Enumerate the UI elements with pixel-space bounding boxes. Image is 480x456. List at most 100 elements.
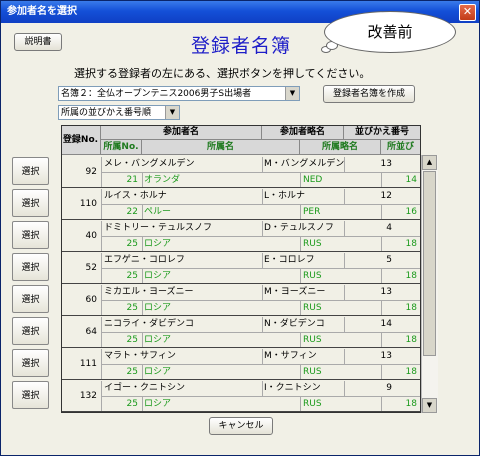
aff-name-cell: オランダ [144, 175, 181, 185]
column-divider [344, 349, 345, 364]
column-divider [142, 204, 143, 219]
aff-no-cell: 25 [126, 399, 138, 409]
column-divider [381, 236, 382, 251]
participant-name-cell: ドミトリー・テュルスノフ [104, 223, 213, 233]
participant-name-cell: ニコライ・ダビデンコ [104, 319, 195, 329]
column-divider [142, 396, 143, 411]
column-divider [300, 300, 301, 315]
column-divider [142, 332, 143, 347]
participant-short-cell: D・テュルスノフ [264, 223, 334, 233]
aff-order-cell: 18 [405, 239, 417, 249]
aff-short-cell: RUS [303, 399, 322, 409]
reg-no-cell: 111 [79, 359, 97, 369]
column-divider [381, 172, 382, 187]
sort-no-cell: 4 [386, 223, 392, 233]
close-button[interactable]: ✕ [459, 4, 476, 21]
aff-order-cell: 18 [405, 399, 417, 409]
select-button[interactable]: 選択 [12, 253, 49, 281]
column-divider [101, 381, 102, 411]
column-divider [101, 157, 102, 187]
aff-no-cell: 25 [126, 239, 138, 249]
header-aff-order: 所並び [381, 140, 421, 155]
aff-no-cell: 25 [126, 367, 138, 377]
header-participant-name: 参加者名 [101, 125, 262, 140]
scroll-thumb[interactable] [423, 171, 436, 356]
participant-name-cell: マラト・サフィン [104, 351, 176, 361]
instruction-text: 選択する登録者の左にある、選択ボタンを押してください。 [74, 67, 371, 80]
help-button[interactable]: 説明書 [14, 33, 62, 51]
scroll-up-icon[interactable]: ▲ [422, 155, 437, 170]
column-divider [344, 189, 345, 204]
header-aff-no: 所属No. [101, 140, 142, 155]
column-divider [101, 189, 102, 219]
select-button[interactable]: 選択 [12, 349, 49, 377]
sort-no-cell: 13 [380, 287, 392, 297]
row-divider [61, 379, 421, 380]
column-divider [142, 364, 143, 379]
aff-short-cell: RUS [303, 367, 322, 377]
column-divider [344, 221, 345, 236]
column-divider [101, 253, 102, 283]
row-divider [61, 347, 421, 348]
vertical-scrollbar[interactable]: ▲ ▼ [421, 155, 438, 413]
chevron-down-icon[interactable]: ▼ [285, 87, 299, 100]
select-button[interactable]: 選択 [12, 221, 49, 249]
aff-short-cell: NED [303, 175, 323, 185]
column-divider [101, 349, 102, 379]
aff-order-cell: 14 [405, 175, 417, 185]
aff-no-cell: 25 [126, 303, 138, 313]
select-button[interactable]: 選択 [12, 285, 49, 313]
aff-no-cell: 22 [126, 207, 138, 217]
create-list-button[interactable]: 登録者名簿を作成 [323, 85, 415, 103]
row-divider [61, 251, 421, 252]
participant-short-cell: M・ヨーズニー [264, 287, 326, 297]
sort-select[interactable]: 所属の並びかえ番号順 ▼ [58, 105, 180, 120]
sort-no-cell: 5 [386, 255, 392, 265]
reg-no-cell: 132 [79, 391, 97, 401]
sort-no-cell: 12 [380, 191, 392, 201]
reg-no-cell: 64 [85, 327, 97, 337]
column-divider [300, 364, 301, 379]
column-divider [142, 236, 143, 251]
participant-short-cell: N・ダビデンコ [264, 319, 325, 329]
column-divider [344, 381, 345, 396]
select-button[interactable]: 選択 [12, 157, 49, 185]
row-divider [61, 283, 421, 284]
aff-order-cell: 18 [405, 335, 417, 345]
aff-order-cell: 18 [405, 367, 417, 377]
select-button[interactable]: 選択 [12, 189, 49, 217]
header-reg-no: 登録No. [61, 125, 101, 155]
column-divider [262, 189, 263, 204]
column-divider [142, 300, 143, 315]
column-divider [300, 236, 301, 251]
column-divider [142, 268, 143, 283]
aff-no-cell: 25 [126, 335, 138, 345]
row-divider [61, 411, 421, 412]
column-divider [344, 285, 345, 300]
aff-name-cell: ペルー [144, 207, 172, 217]
reg-no-cell: 110 [79, 199, 97, 209]
participant-name-cell: エフゲニ・コロレフ [104, 255, 185, 265]
participant-name-cell: ミカエル・ヨーズニー [104, 287, 194, 297]
column-divider [381, 396, 382, 411]
row-divider [61, 187, 421, 188]
aff-name-cell: ロシア [144, 271, 172, 281]
column-divider [262, 285, 263, 300]
aff-name-cell: ロシア [144, 399, 172, 409]
column-divider [381, 332, 382, 347]
scroll-down-icon[interactable]: ▼ [422, 398, 437, 413]
cancel-button[interactable]: キャンセル [209, 417, 273, 435]
sort-no-cell: 14 [380, 319, 392, 329]
list-select[interactable]: 名簿２：全仏オープンテニス2006男子S出場者 ▼ [58, 86, 300, 101]
aff-name-cell: ロシア [144, 335, 172, 345]
column-divider [300, 204, 301, 219]
header-aff-name: 所属名 [142, 140, 300, 155]
aff-name-cell: ロシア [144, 303, 172, 313]
column-divider [262, 157, 263, 172]
select-button[interactable]: 選択 [12, 317, 49, 345]
participant-name-cell: ルイス・ホルナ [104, 191, 167, 201]
window-title: 参加者名を選択 [7, 6, 77, 17]
chevron-down-icon[interactable]: ▼ [165, 106, 179, 119]
select-button[interactable]: 選択 [12, 381, 49, 409]
column-divider [101, 221, 102, 251]
